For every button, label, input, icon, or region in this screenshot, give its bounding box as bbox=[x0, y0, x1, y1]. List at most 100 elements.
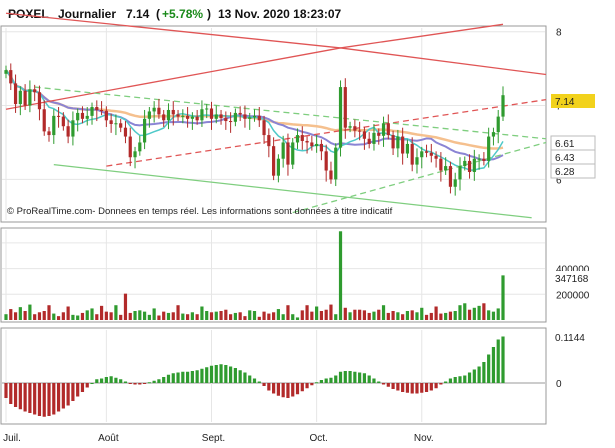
candle-body bbox=[233, 112, 237, 122]
oscillator-bar bbox=[138, 383, 142, 385]
oscillator-bar bbox=[166, 374, 171, 383]
volume-bar bbox=[162, 311, 166, 320]
candle-body bbox=[200, 109, 204, 121]
chart-canvas[interactable]: POXEL Journalier 7.14 ( +5.78% ) 13 Nov.… bbox=[0, 0, 615, 448]
price-axis-tick: 8 bbox=[556, 28, 562, 39]
volume-bar bbox=[300, 310, 304, 320]
oscillator-bar bbox=[123, 381, 128, 383]
oscillator-bar bbox=[152, 380, 156, 383]
oscillator-bar bbox=[4, 383, 8, 398]
oscillator-bar bbox=[362, 373, 367, 383]
candle-body bbox=[209, 108, 214, 119]
candle-body bbox=[257, 115, 261, 121]
oscillator-bar bbox=[487, 354, 491, 383]
oscillator-bar bbox=[95, 379, 99, 383]
time-axis-label: Juil. bbox=[3, 433, 21, 444]
oscillator-bar bbox=[329, 377, 333, 383]
volume-bar bbox=[353, 309, 357, 320]
oscillator-bar bbox=[224, 365, 228, 383]
oscillator-bar bbox=[434, 383, 438, 389]
oscillator-bar bbox=[410, 383, 414, 394]
volume-bar bbox=[152, 308, 156, 320]
volume-bar bbox=[448, 311, 453, 320]
oscillator-bar bbox=[248, 375, 252, 383]
oscillator-bar bbox=[420, 383, 424, 393]
candle-body bbox=[448, 166, 453, 187]
oscillator-bars bbox=[4, 336, 505, 417]
oscillator-bar bbox=[453, 377, 457, 383]
oscillator-bar bbox=[415, 383, 419, 394]
volume-bar bbox=[381, 305, 386, 320]
oscillator-bar bbox=[310, 383, 314, 386]
candle-body bbox=[42, 109, 46, 132]
volume-bar bbox=[401, 314, 405, 320]
oscillator-bar bbox=[286, 383, 290, 398]
candle-body bbox=[176, 114, 180, 117]
volume-bar bbox=[424, 314, 429, 320]
volume-bar bbox=[348, 312, 352, 320]
oscillator-bar bbox=[305, 383, 309, 389]
candle-body bbox=[147, 111, 151, 119]
oscillator-bar bbox=[319, 380, 324, 383]
volume-bar bbox=[128, 312, 132, 320]
oscillator-bar bbox=[496, 339, 500, 383]
price-badges: 7.14 6.61 6.43 6.28 347168 0.1144 bbox=[550, 94, 596, 344]
candle-body bbox=[28, 89, 32, 106]
candle-body bbox=[386, 123, 390, 136]
volume-bar bbox=[37, 312, 42, 320]
volume-bar bbox=[181, 313, 185, 320]
candle-body bbox=[477, 158, 481, 160]
candle-body bbox=[18, 90, 22, 105]
last-price-label: 7.14 bbox=[126, 7, 150, 21]
candle-body bbox=[501, 95, 505, 117]
candle-body bbox=[472, 158, 476, 172]
candle-body bbox=[133, 151, 137, 158]
oscillator-bar bbox=[276, 383, 280, 396]
oscillator-bar bbox=[219, 364, 223, 383]
oscillator-bar bbox=[176, 372, 180, 383]
oscillator-bar bbox=[238, 370, 242, 383]
oscillator-bar bbox=[501, 336, 505, 383]
oscillator-bar bbox=[181, 371, 185, 383]
volume-bar bbox=[52, 313, 56, 320]
volume-bar bbox=[434, 306, 438, 320]
candle-body bbox=[37, 92, 42, 110]
candle-body bbox=[372, 132, 376, 144]
oscillator-bar bbox=[367, 375, 371, 383]
volume-bar bbox=[487, 310, 491, 320]
candle-body bbox=[71, 120, 75, 137]
volume-bar bbox=[9, 309, 13, 320]
change-close-paren: ) bbox=[207, 7, 211, 21]
ma-long-badge-text: 6.61 bbox=[555, 139, 575, 150]
oscillator-bar bbox=[33, 383, 37, 415]
change-label: +5.78% bbox=[162, 7, 203, 21]
oscillator-bar bbox=[343, 371, 347, 383]
oscillator-bar bbox=[405, 383, 410, 393]
candle-body bbox=[114, 123, 118, 125]
candle-body bbox=[424, 151, 429, 153]
volume-bar bbox=[33, 314, 37, 320]
volume-bar bbox=[229, 314, 233, 320]
volume-bar bbox=[386, 312, 390, 320]
oscillator-bar bbox=[229, 366, 233, 383]
volume-bar bbox=[243, 316, 247, 320]
oscillator-bar bbox=[56, 383, 61, 412]
volume-bar bbox=[310, 311, 314, 320]
candle-body bbox=[185, 115, 190, 119]
volume-bar bbox=[362, 310, 367, 320]
volume-bar bbox=[42, 311, 46, 320]
oscillator-bar bbox=[315, 382, 319, 384]
candle-body bbox=[76, 112, 80, 121]
oscillator-bar bbox=[334, 375, 338, 383]
candle-body bbox=[315, 143, 319, 147]
oscillator-bar bbox=[109, 376, 113, 383]
volume-bar bbox=[80, 312, 85, 320]
volume-bar bbox=[482, 303, 486, 320]
oscillator-bar bbox=[458, 376, 462, 383]
oscillator-bar bbox=[252, 378, 257, 383]
candle-body bbox=[391, 135, 395, 149]
oscillator-bar bbox=[262, 383, 266, 386]
volume-bar bbox=[458, 305, 462, 320]
candle-body bbox=[286, 142, 290, 165]
volume-bar bbox=[214, 311, 218, 320]
